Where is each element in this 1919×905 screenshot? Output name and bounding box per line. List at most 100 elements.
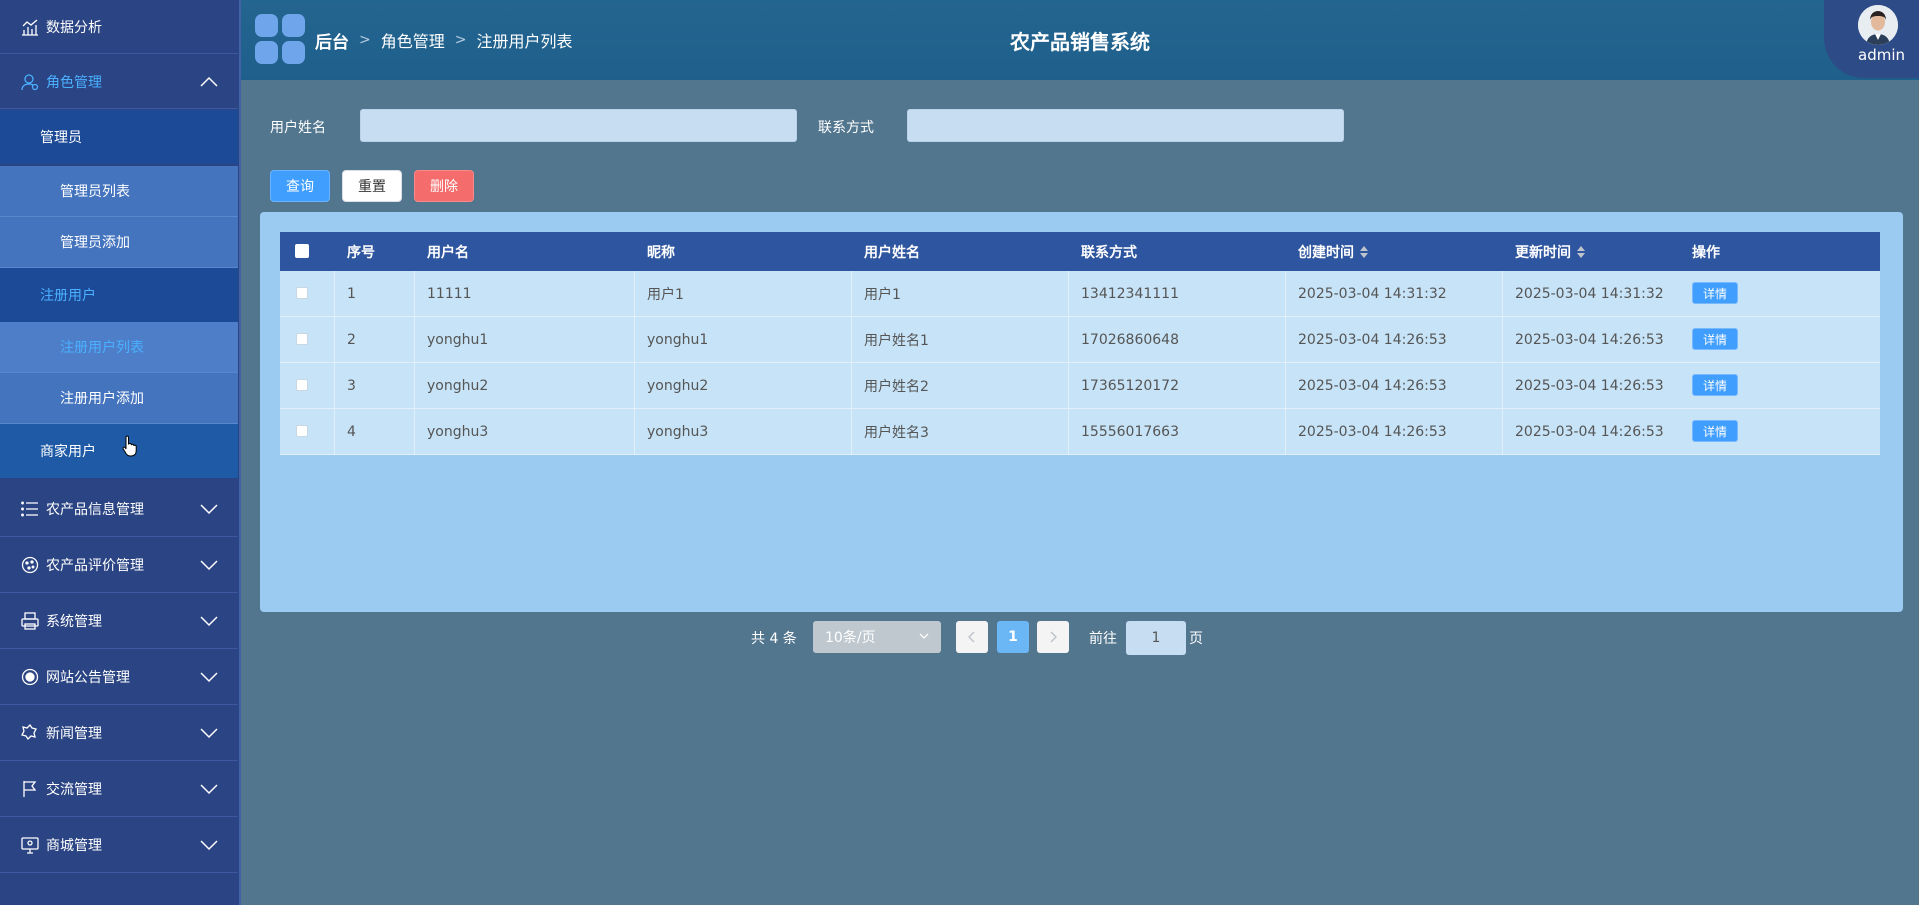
row-checkbox[interactable] — [296, 379, 308, 391]
chevron-down-icon — [919, 633, 929, 639]
cell-divider — [1068, 409, 1069, 454]
submenu-label: 管理员列表 — [60, 184, 130, 200]
cell-divider — [634, 363, 635, 408]
table-cell-nickname: yonghu1 — [647, 331, 709, 348]
menu-role-management[interactable]: 角色管理 — [0, 55, 238, 109]
cell-divider — [1285, 317, 1286, 362]
select-all-checkbox[interactable] — [295, 244, 309, 258]
submenu-user-add[interactable]: 注册用户添加 — [0, 373, 238, 424]
menu-label: 网站公告管理 — [46, 669, 130, 686]
cell-divider — [414, 317, 415, 362]
cell-divider — [334, 363, 335, 408]
menu-mall[interactable]: 商城管理 — [0, 817, 238, 873]
menu-label: 农产品评价管理 — [46, 557, 144, 574]
detail-button[interactable]: 详情 — [1692, 374, 1738, 396]
cell-divider — [1068, 317, 1069, 362]
user-icon — [20, 72, 40, 92]
sidebar: 数据分析 角色管理 管理员 管理员列表 管理员添加 注册用户 注册用户列表 注册… — [0, 0, 241, 905]
goto-page-input[interactable] — [1126, 621, 1186, 655]
name-input[interactable] — [360, 109, 797, 142]
cell-divider — [334, 271, 335, 316]
chevron-down-icon — [200, 503, 218, 514]
menu-site-notice[interactable]: 网站公告管理 — [0, 649, 238, 705]
table-cell-phone: 15556017663 — [1081, 423, 1179, 440]
column-header: 用户名 — [427, 244, 469, 261]
chart-icon — [20, 17, 40, 37]
table-row: 2 yonghu1 yonghu1 用户姓名1 17026860648 2025-03-0… — [280, 317, 1880, 363]
table-cell-username: yonghu3 — [427, 423, 489, 440]
column-header-updated[interactable]: 更新时间 — [1515, 232, 1585, 271]
cell-divider — [1502, 271, 1503, 316]
table-cell-updated: 2025-03-04 14:26:53 — [1515, 423, 1664, 440]
contact-input[interactable] — [907, 109, 1344, 142]
menu-system[interactable]: 系统管理 — [0, 593, 238, 649]
page-number-button[interactable]: 1 — [997, 621, 1029, 653]
chevron-down-icon — [200, 671, 218, 682]
list-icon — [20, 499, 40, 519]
flag-icon — [20, 779, 40, 799]
row-checkbox[interactable] — [296, 333, 308, 345]
menu-exchange[interactable]: 交流管理 — [0, 761, 238, 817]
cell-divider — [334, 317, 335, 362]
menu-label: 农产品信息管理 — [46, 501, 144, 518]
table-cell-updated: 2025-03-04 14:31:32 — [1515, 285, 1664, 302]
query-button[interactable]: 查询 — [270, 170, 330, 202]
cell-divider — [1285, 409, 1286, 454]
menu-product-info[interactable]: 农产品信息管理 — [0, 481, 238, 537]
table-cell-created: 2025-03-04 14:26:53 — [1298, 377, 1447, 394]
page-suffix: 页 — [1189, 631, 1203, 647]
menu-product-review[interactable]: 农产品评价管理 — [0, 537, 238, 593]
cell-divider — [414, 271, 415, 316]
printer-icon — [20, 611, 40, 631]
breadcrumb-separator-icon: > — [454, 32, 467, 48]
chevron-down-icon — [200, 727, 218, 738]
row-checkbox[interactable] — [296, 287, 308, 299]
submenu-admin-add[interactable]: 管理员添加 — [0, 217, 238, 268]
menu-label: 角色管理 — [46, 74, 102, 91]
breadcrumb-home[interactable]: 后台 — [315, 28, 349, 53]
cookie-icon — [20, 555, 40, 575]
column-header-created[interactable]: 创建时间 — [1298, 232, 1368, 271]
submenu-admin-list[interactable]: 管理员列表 — [0, 166, 238, 217]
username-label[interactable]: admin — [1824, 46, 1919, 64]
news-icon — [20, 723, 40, 743]
cell-divider — [334, 409, 335, 454]
table-cell-updated: 2025-03-04 14:26:53 — [1515, 377, 1664, 394]
next-page-button[interactable] — [1037, 621, 1069, 653]
delete-button[interactable]: 删除 — [414, 170, 474, 202]
cell-divider — [634, 317, 635, 362]
submenu-merchant-user[interactable]: 商家用户 — [0, 424, 238, 478]
detail-button[interactable]: 详情 — [1692, 420, 1738, 442]
table-header: 序号 用户名 昵称 用户姓名 联系方式 创建时间 更新时间 操作 — [280, 232, 1880, 271]
sort-icon[interactable] — [1577, 245, 1585, 259]
detail-button[interactable]: 详情 — [1692, 282, 1738, 304]
sort-icon[interactable] — [1360, 245, 1368, 259]
chevron-left-icon — [968, 631, 975, 643]
app-logo-icon[interactable] — [255, 14, 305, 64]
cell-divider — [1285, 271, 1286, 316]
submenu-user-list[interactable]: 注册用户列表 — [0, 322, 238, 373]
menu-label: 新闻管理 — [46, 725, 102, 742]
submenu-admin[interactable]: 管理员 — [0, 110, 238, 164]
cell-divider — [851, 409, 852, 454]
submenu-registered-user[interactable]: 注册用户 — [0, 268, 238, 322]
table-cell-realname: 用户姓名3 — [864, 424, 929, 441]
breadcrumb-role-management[interactable]: 角色管理 — [381, 28, 445, 52]
column-header: 昵称 — [647, 244, 675, 261]
table-cell-realname: 用户姓名2 — [864, 378, 929, 395]
submenu-label: 注册用户添加 — [60, 391, 144, 407]
user-menu[interactable]: admin — [1824, 0, 1919, 78]
table-cell-updated: 2025-03-04 14:26:53 — [1515, 331, 1664, 348]
avatar[interactable] — [1858, 5, 1898, 45]
row-checkbox[interactable] — [296, 425, 308, 437]
table-cell-nickname: yonghu3 — [647, 423, 709, 440]
submenu-label: 商家用户 — [40, 444, 96, 460]
menu-news[interactable]: 新闻管理 — [0, 705, 238, 761]
reset-button[interactable]: 重置 — [342, 170, 402, 202]
cell-divider — [1068, 363, 1069, 408]
table-row: 3 yonghu2 yonghu2 用户姓名2 17365120172 2025-03-0… — [280, 363, 1880, 409]
prev-page-button[interactable] — [956, 621, 988, 653]
menu-data-analysis[interactable]: 数据分析 — [0, 0, 238, 54]
detail-button[interactable]: 详情 — [1692, 328, 1738, 350]
page-size-select[interactable]: 10条/页 — [813, 621, 941, 653]
